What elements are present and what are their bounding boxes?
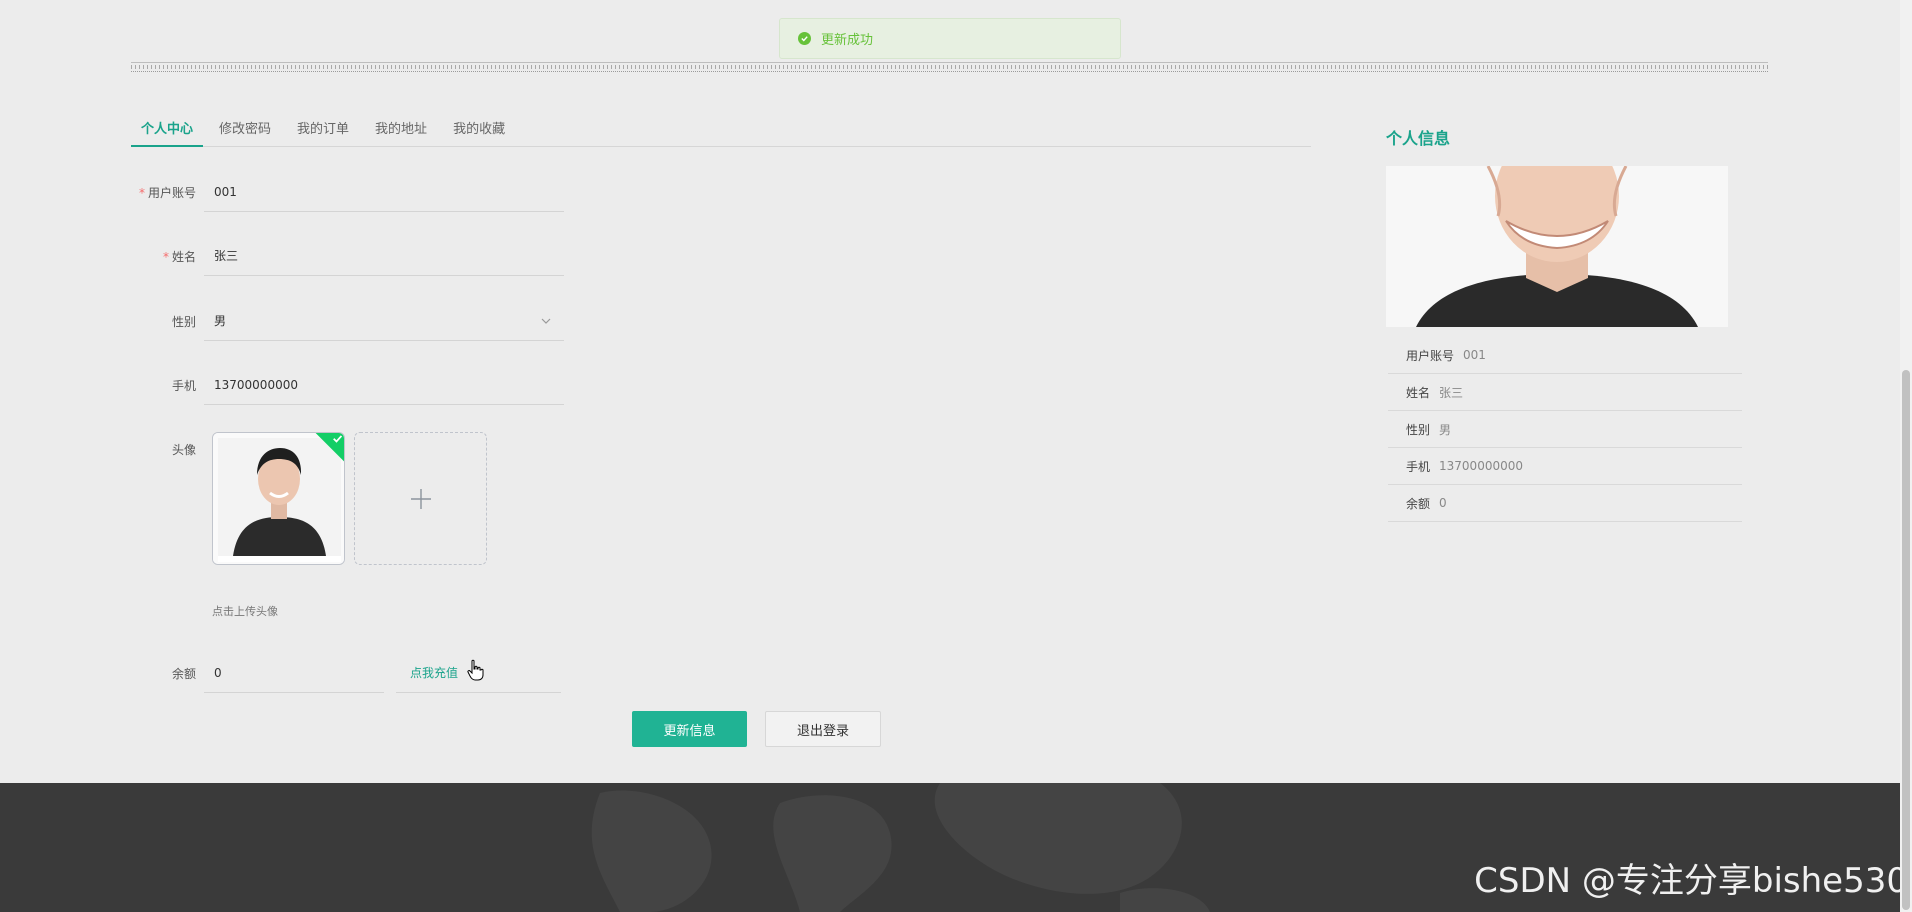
info-row-account: 用户账号 001: [1388, 337, 1742, 374]
account-label: * 用户账号: [138, 185, 196, 200]
csdn-watermark: CSDN @专注分享bishe530: [1474, 861, 1908, 901]
gender-label: 性别: [171, 314, 196, 329]
world-map-background: [591, 783, 1210, 912]
page-footer: CSDN @专注分享bishe530: [0, 783, 1912, 912]
info-row-name: 姓名 张三: [1388, 374, 1742, 411]
check-circle-icon: [798, 32, 811, 45]
profile-photo: [1386, 166, 1728, 327]
name-input[interactable]: 张三: [204, 236, 564, 276]
tab-my-address[interactable]: 我的地址: [365, 106, 437, 147]
phone-label: 手机: [171, 378, 196, 393]
balance-label: 余额: [171, 666, 196, 681]
logout-button[interactable]: 退出登录: [765, 711, 881, 747]
decorative-divider: [131, 62, 1768, 72]
personal-info-title: 个人信息: [1386, 129, 1451, 148]
form-row-gender: 性别 男: [131, 301, 564, 341]
tab-my-orders[interactable]: 我的订单: [287, 106, 359, 147]
gender-select[interactable]: 男: [204, 301, 564, 341]
phone-input[interactable]: 13700000000: [204, 365, 564, 405]
avatar-upload-tip: 点击上传头像: [212, 605, 278, 618]
chevron-down-icon: [541, 318, 551, 324]
form-row-phone: 手机 13700000000: [131, 365, 564, 405]
toast-message: 更新成功: [821, 33, 874, 48]
info-row-phone: 手机 13700000000: [1388, 448, 1742, 485]
info-row-balance: 余额 0: [1388, 485, 1742, 522]
avatar-image: [213, 433, 344, 564]
account-input[interactable]: 001: [204, 172, 564, 212]
success-toast: 更新成功: [779, 18, 1121, 59]
update-info-button[interactable]: 更新信息: [632, 711, 747, 747]
avatar-uploader: [212, 432, 487, 565]
tab-personal-center[interactable]: 个人中心: [131, 106, 204, 147]
upload-button[interactable]: [354, 432, 487, 565]
profile-tabs: 个人中心 修改密码 我的订单 我的地址 我的收藏: [131, 106, 1311, 147]
scrollbar-thumb[interactable]: [1902, 370, 1910, 910]
profile-photo-image: [1386, 166, 1728, 327]
page-scrollbar[interactable]: [1900, 0, 1912, 912]
avatar-label: 头像: [171, 443, 196, 457]
check-icon: [333, 435, 343, 443]
form-row-balance: 余额 0 点我充值: [131, 653, 561, 693]
tab-my-favorites[interactable]: 我的收藏: [443, 106, 515, 147]
plus-icon: [410, 488, 431, 509]
gender-selected-value: 男: [214, 314, 227, 328]
name-label: * 姓名: [162, 249, 196, 264]
balance-input[interactable]: 0: [204, 653, 384, 693]
hand-cursor-icon: [467, 659, 484, 681]
info-row-gender: 性别男: [1388, 411, 1742, 448]
tab-change-password[interactable]: 修改密码: [209, 106, 281, 147]
form-row-name: * 姓名 张三: [131, 236, 564, 276]
form-row-account: * 用户账号 001: [131, 172, 564, 212]
form-row-avatar: 头像: [131, 441, 204, 458]
personal-info-list: 用户账号 001 姓名 张三 性别男 手机 13700000000 余额 0: [1388, 337, 1742, 522]
avatar-thumbnail[interactable]: [212, 432, 345, 565]
